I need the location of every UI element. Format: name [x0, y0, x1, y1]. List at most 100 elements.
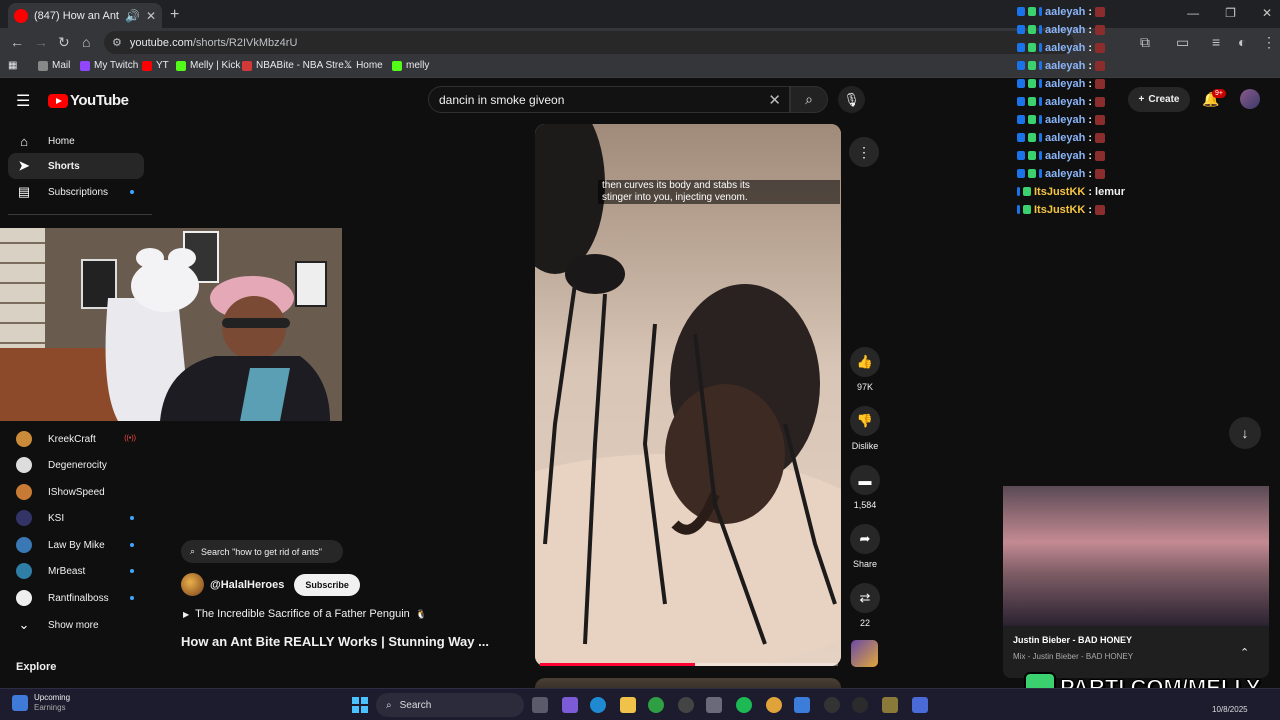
bookmark-home[interactable]: 𝕏 Home: [344, 60, 383, 71]
sidebar-item-home[interactable]: ⌂ Home: [8, 128, 144, 154]
media-player-icon[interactable]: [824, 697, 840, 713]
sidebar-channel-item[interactable]: Degenerocity: [8, 452, 144, 478]
obs-icon[interactable]: [678, 697, 694, 713]
search-query: dancin in smoke giveon: [439, 92, 565, 107]
bookmark-yt[interactable]: YT: [142, 60, 169, 71]
task-view-icon[interactable]: [532, 697, 548, 713]
chat-username: aaleyah: [1045, 23, 1086, 36]
short-title[interactable]: How an Ant Bite REALLY Works | Stunning …: [181, 634, 489, 649]
clear-search-icon[interactable]: ✕: [768, 91, 781, 109]
sidebar-channel-item[interactable]: KSI: [8, 505, 144, 531]
sidebar-channel-item[interactable]: KreekCraft ((•)): [8, 426, 144, 452]
start-button[interactable]: [352, 697, 368, 713]
chat-badge-icon: [1017, 43, 1025, 52]
avatar[interactable]: [1240, 89, 1260, 109]
address-bar[interactable]: ⚙ youtube.com/shorts/R2IVkMbz4rU: [104, 31, 1074, 54]
store-icon[interactable]: [706, 697, 722, 713]
new-tab-button[interactable]: +: [170, 6, 179, 24]
chat-emote-icon: [1095, 204, 1106, 215]
windows-logo-icon: [352, 706, 359, 713]
bookmark-nbabite[interactable]: NBABite - NBA Stre...: [242, 60, 352, 71]
profile-icon[interactable]: ◐: [1238, 34, 1246, 50]
bookmark-melly-kick[interactable]: Melly | Kick: [176, 60, 240, 71]
copilot-icon[interactable]: [562, 697, 578, 713]
close-tab-icon[interactable]: ✕: [146, 10, 156, 22]
chat-text: lemur: [1095, 185, 1125, 198]
xbox-icon[interactable]: [648, 697, 664, 713]
site-info-icon[interactable]: ⚙: [112, 36, 122, 49]
sound-thumbnail[interactable]: [851, 640, 878, 667]
taskbar-search[interactable]: ⌕ Search: [376, 693, 524, 717]
photos-icon[interactable]: [794, 697, 810, 713]
maximize-icon[interactable]: ❐: [1225, 6, 1236, 20]
chrome-icon[interactable]: [766, 697, 782, 713]
tray-date[interactable]: 10/8/2025: [1212, 705, 1248, 714]
app-icon[interactable]: [882, 697, 898, 713]
file-explorer-icon[interactable]: [620, 697, 636, 713]
channel-row: @HalalHeroes Subscribe: [181, 573, 360, 596]
next-short-button[interactable]: ↓: [1229, 417, 1261, 449]
bookmark-label: My Twitch: [94, 60, 139, 71]
more-options-button[interactable]: ⋮: [849, 137, 879, 167]
sidebar-item-subscriptions[interactable]: ▤ Subscriptions: [8, 179, 144, 205]
bookmark-my-twitch[interactable]: My Twitch: [80, 60, 138, 71]
close-window-icon[interactable]: ✕: [1262, 6, 1272, 20]
related-search-chip[interactable]: ⌕ Search "how to get rid of ants": [181, 540, 343, 563]
related-video-link[interactable]: ▶ The Incredible Sacrifice of a Father P…: [183, 608, 427, 620]
spotify-icon[interactable]: [736, 697, 752, 713]
minimize-icon[interactable]: —: [1187, 6, 1199, 20]
search-input[interactable]: dancin in smoke giveon ✕: [428, 86, 790, 113]
sidebar-channel-item[interactable]: MrBeast: [8, 558, 144, 584]
shorts-video-player[interactable]: [535, 124, 841, 666]
speaker-icon[interactable]: 🔊: [125, 10, 140, 22]
browser-tab[interactable]: (847) How an Ant Bite REAL 🔊 ✕: [8, 3, 162, 28]
subscribe-button[interactable]: Subscribe: [294, 573, 360, 596]
extensions-icon[interactable]: ⧉: [1140, 34, 1150, 51]
menu-kebab-icon[interactable]: ⋮: [1262, 34, 1276, 51]
mini-player-title[interactable]: Justin Bieber - BAD HONEY: [1013, 635, 1132, 645]
like-button[interactable]: 👍: [850, 347, 880, 377]
edge-icon[interactable]: [590, 697, 606, 713]
remix-button[interactable]: ⇄: [850, 583, 880, 613]
mini-player-video[interactable]: [1003, 486, 1269, 626]
sidebar-item-label: KSI: [48, 512, 65, 524]
hamburger-menu-icon[interactable]: ☰: [16, 91, 30, 111]
cast-icon[interactable]: ▭: [1176, 34, 1189, 51]
bookmark-mail[interactable]: Mail: [38, 60, 70, 71]
chat-badge-icon: [1039, 43, 1042, 52]
reload-icon[interactable]: ↻: [58, 34, 70, 51]
chevron-up-icon[interactable]: ⌃: [1240, 646, 1249, 659]
search-button[interactable]: ⌕: [790, 86, 828, 113]
windows-logo-icon: [352, 697, 359, 704]
show-more-button[interactable]: ⌄ Show more: [8, 612, 144, 638]
media-control-icon[interactable]: ≡: [1212, 34, 1220, 50]
chat-emote-icon: [1095, 24, 1106, 35]
home-browser-icon[interactable]: ⌂: [82, 34, 90, 50]
share-arrow-icon: ➦: [859, 531, 871, 546]
bookmark-label: Home: [356, 60, 383, 71]
create-button[interactable]: + Create: [1128, 87, 1190, 112]
apps-grid-icon[interactable]: ▦: [8, 60, 17, 71]
widgets-button[interactable]: Upcoming Earnings: [12, 693, 70, 713]
bookmark-melly[interactable]: melly: [392, 60, 429, 71]
channel-handle[interactable]: @HalalHeroes: [210, 579, 284, 591]
sidebar-channel-item[interactable]: Law By Mike: [8, 532, 144, 558]
forward-icon[interactable]: →: [34, 34, 48, 50]
dislike-action: 👎 Dislike: [835, 406, 895, 451]
chat-badge-icon: [1028, 151, 1036, 160]
app-icon[interactable]: [912, 697, 928, 713]
channel-avatar[interactable]: [181, 573, 204, 596]
chat-separator: :: [1088, 167, 1093, 180]
back-icon[interactable]: ←: [10, 34, 24, 50]
comments-button[interactable]: ▬: [850, 465, 880, 495]
voice-search-button[interactable]: 🎙: [838, 86, 865, 113]
share-button[interactable]: ➦: [850, 524, 880, 554]
app-icon[interactable]: [852, 697, 868, 713]
sidebar-channel-item[interactable]: Rantfinalboss: [8, 585, 144, 611]
dislike-button[interactable]: 👎: [850, 406, 880, 436]
channel-avatar: [16, 537, 32, 553]
sidebar-channel-item[interactable]: IShowSpeed: [8, 479, 144, 505]
chevron-down-icon: ⌄: [18, 617, 30, 632]
sidebar-item-shorts[interactable]: ➤ Shorts: [8, 153, 144, 179]
youtube-logo[interactable]: YouTube: [48, 92, 129, 109]
